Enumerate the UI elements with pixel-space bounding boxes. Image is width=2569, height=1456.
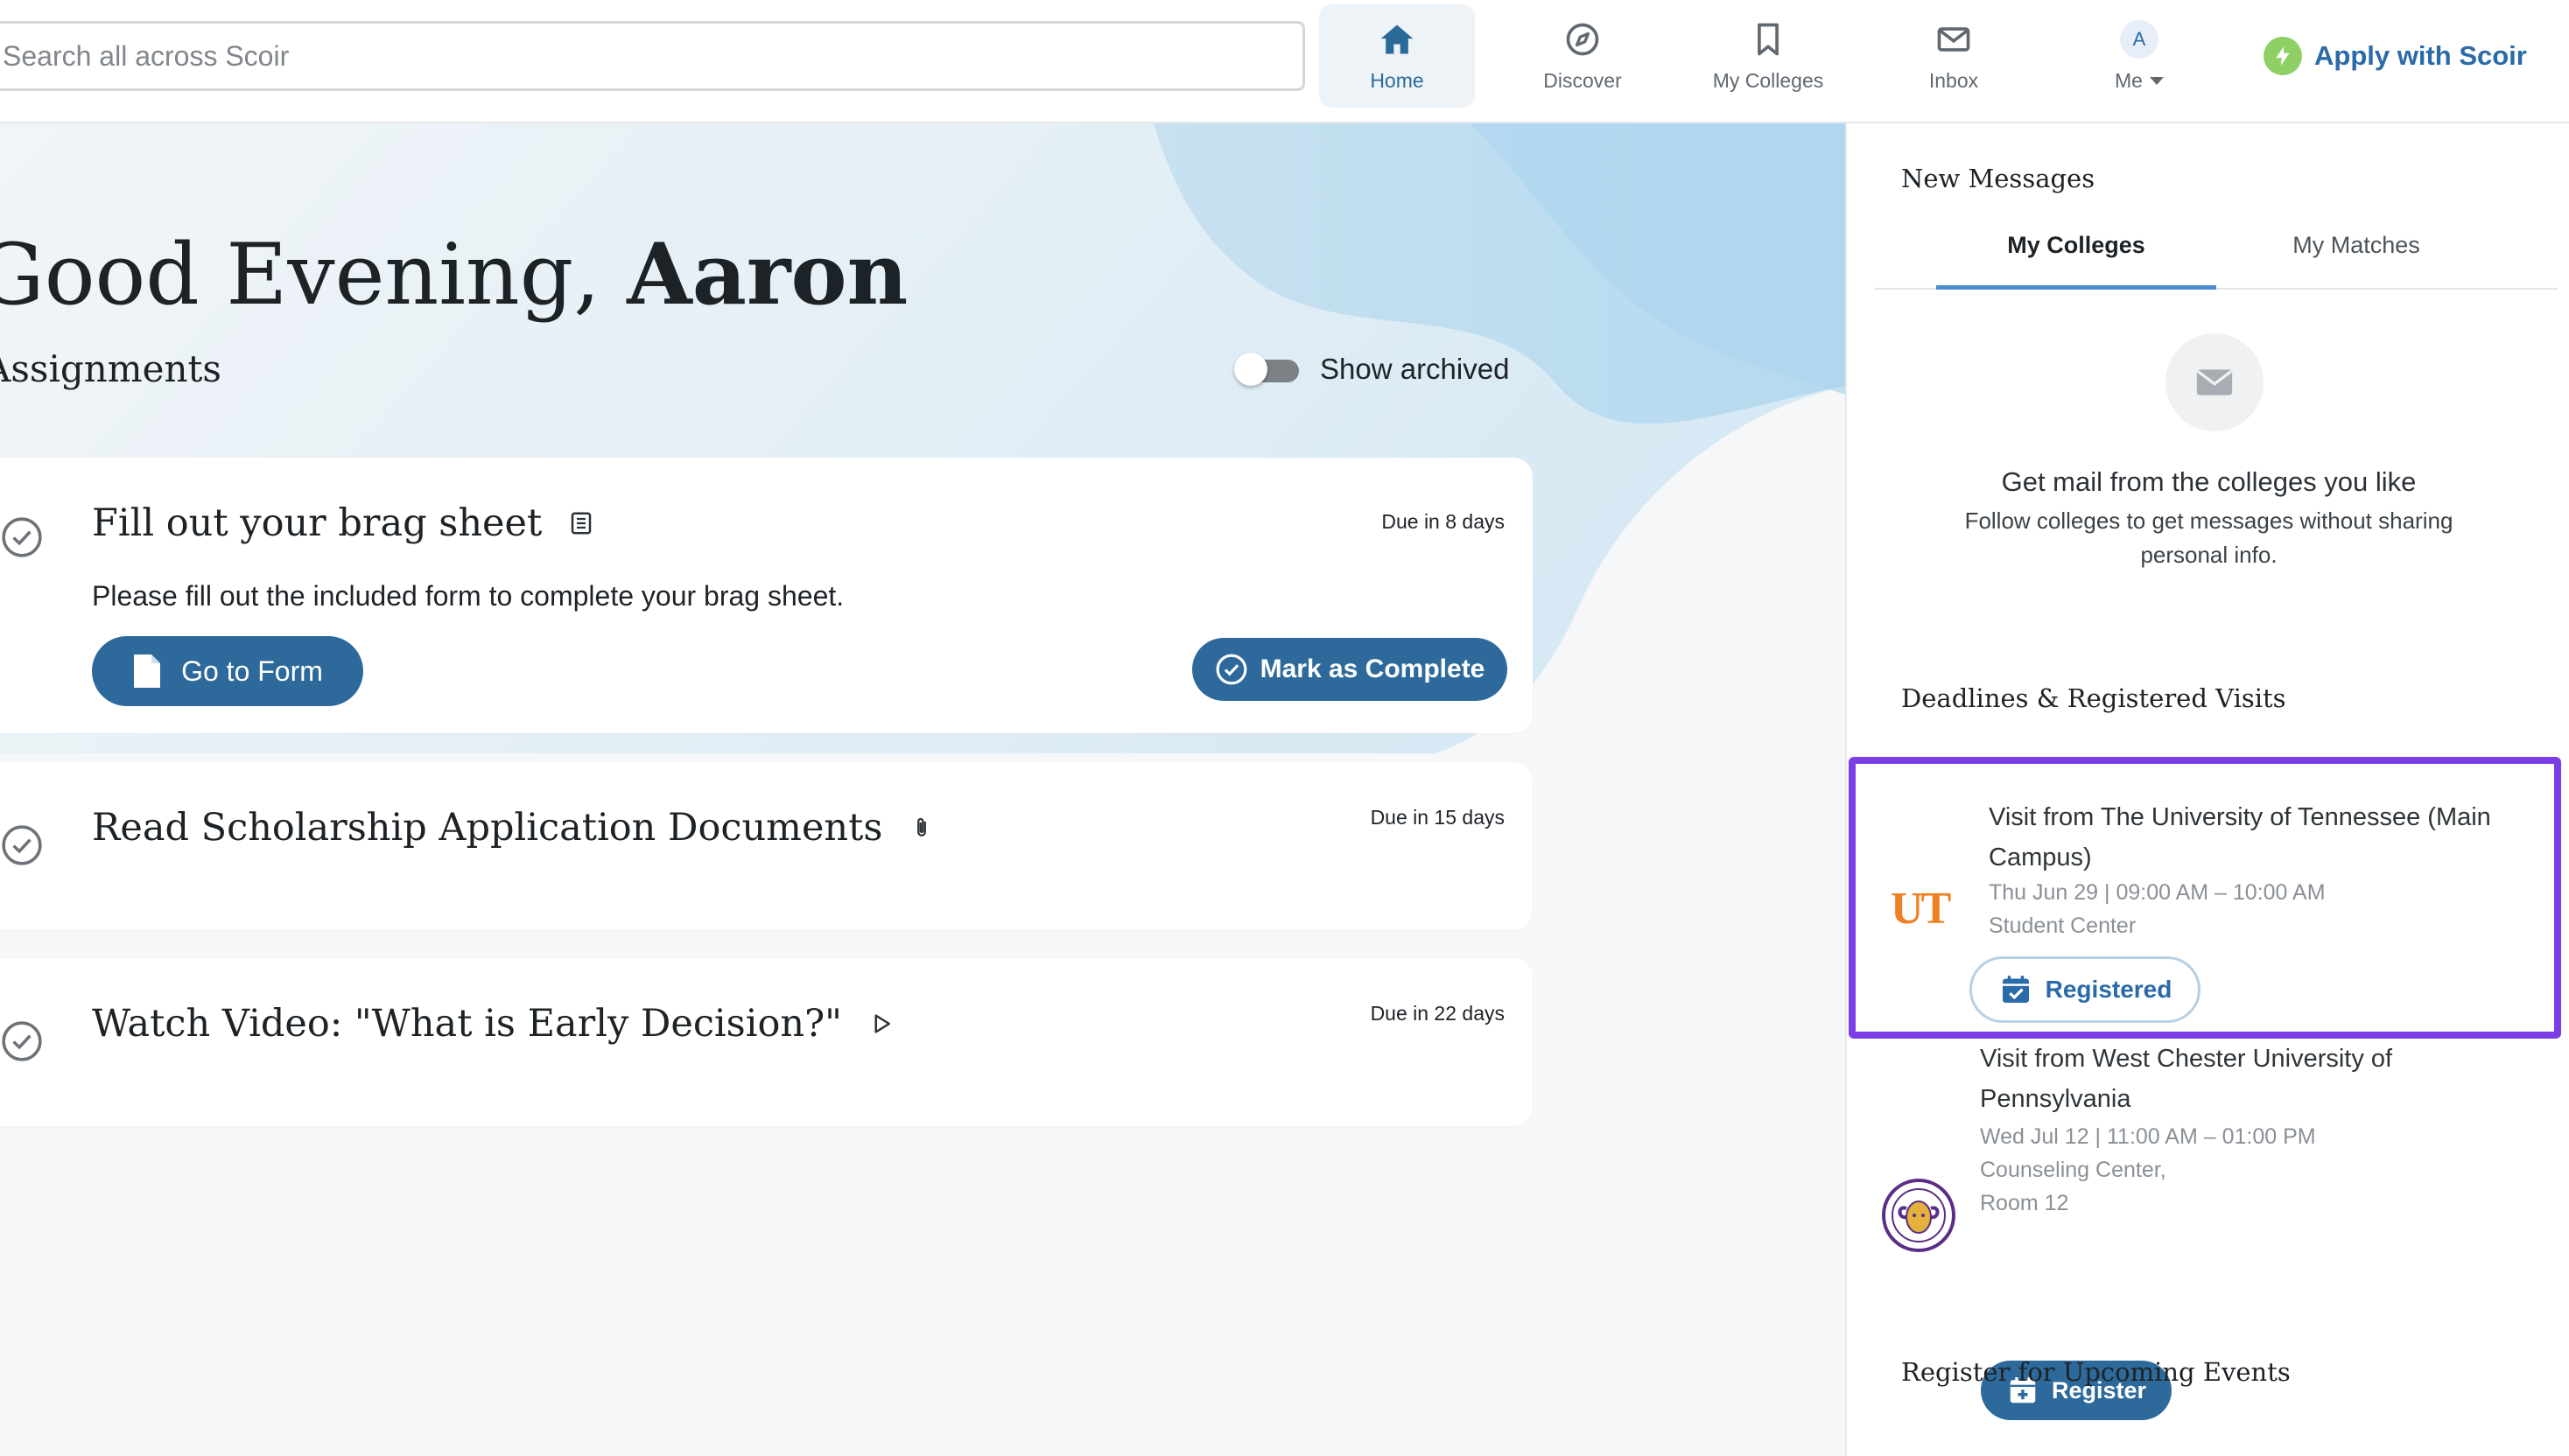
assignment-card: Fill out your brag sheet Due in 8 days P… <box>0 458 1533 733</box>
visit-location: Counseling Center, Room 12 <box>1980 1158 2166 1215</box>
home-icon <box>1380 24 1414 53</box>
form-list-icon <box>572 512 592 535</box>
empty-messages-subtitle: Follow colleges to get messages without … <box>1964 508 2453 568</box>
visit-time: Thu Jun 29 | 09:00 AM – 10:00 AM <box>1989 880 2326 905</box>
assignment-card: Read Scholarship Application Documents D… <box>0 762 1533 930</box>
due-date: Due in 15 days <box>1370 806 1505 829</box>
nav-inbox[interactable]: Inbox <box>1876 4 2032 108</box>
greeting-name: Aaron <box>627 225 909 324</box>
play-icon <box>874 1014 890 1033</box>
deadlines-heading: Deadlines & Registered Visits <box>1901 683 2286 713</box>
greeting-heading: Good Evening, Aaron <box>0 225 908 324</box>
nav-me-label: Me <box>2115 68 2143 92</box>
visit-item-tennessee[interactable]: UT Visit from The University of Tennesse… <box>1849 757 2561 1039</box>
chevron-down-icon <box>2149 76 2164 85</box>
show-archived-toggle[interactable] <box>1234 353 1299 386</box>
calendar-check-icon <box>2002 976 2029 1003</box>
mail-placeholder <box>2165 333 2264 431</box>
document-icon <box>134 654 161 688</box>
nav-my-colleges-label: My Colleges <box>1712 68 1824 92</box>
show-archived-control[interactable]: Show archived <box>1234 353 1509 386</box>
main-content: Good Evening, Aaron Assignments Show arc… <box>0 123 1845 1456</box>
bookmark-icon <box>1758 23 1779 55</box>
assignment-card: Watch Video: "What is Early Decision?" D… <box>0 958 1533 1126</box>
assignment-description: Please fill out the included form to com… <box>92 580 845 612</box>
nav-discover[interactable]: Discover <box>1505 4 1660 108</box>
visit-title: Visit from The University of Tennessee (… <box>1989 803 2491 872</box>
tab-my-colleges[interactable]: My Colleges <box>1936 232 2216 290</box>
tab-my-matches[interactable]: My Matches <box>2216 232 2496 290</box>
nav-inbox-label: Inbox <box>1928 68 1979 92</box>
nav-home-label: Home <box>1370 68 1424 92</box>
visit-location: Student Center <box>1989 914 2137 938</box>
assignment-title[interactable]: Read Scholarship Application Documents <box>92 806 935 850</box>
circle-check-icon <box>1216 654 1247 685</box>
new-messages-heading: New Messages <box>1901 164 2095 193</box>
assignment-title[interactable]: Watch Video: "What is Early Decision?" <box>92 1002 895 1046</box>
apply-with-scoir-link[interactable]: Apply with Scoir <box>2264 32 2527 80</box>
lightning-bolt-icon <box>2264 37 2302 75</box>
circle-check-icon[interactable] <box>0 515 44 559</box>
compass-icon <box>1566 23 1599 55</box>
go-to-form-button[interactable]: Go to Form <box>92 636 363 706</box>
empty-messages-title: Get mail from the colleges you like <box>2001 466 2417 497</box>
mark-as-complete-button[interactable]: Mark as Complete <box>1192 638 1507 701</box>
envelope-icon <box>2196 369 2233 396</box>
due-date: Due in 22 days <box>1370 1002 1505 1025</box>
nav-my-colleges[interactable]: My Colleges <box>1690 4 1846 108</box>
visit-time: Wed Jul 12 | 11:00 AM – 01:00 PM <box>1980 1124 2316 1149</box>
visit-title: Visit from West Chester University of Pe… <box>1980 1045 2393 1113</box>
circle-check-icon[interactable] <box>0 823 44 867</box>
due-date: Due in 8 days <box>1381 510 1505 533</box>
apply-with-scoir-label: Apply with Scoir <box>2314 40 2527 71</box>
envelope-icon <box>1937 26 1970 52</box>
nav-me-menu[interactable]: A Me <box>2061 4 2217 108</box>
paperclip-icon <box>917 817 927 836</box>
avatar: A <box>2120 19 2158 59</box>
search-input[interactable] <box>3 24 1302 88</box>
upcoming-events-heading: Register for Upcoming Events <box>1901 1357 2291 1387</box>
assignments-heading: Assignments <box>0 347 221 390</box>
top-navigation-bar: Home Discover My Colleges Inbox A Me App… <box>0 0 2569 123</box>
circle-check-icon[interactable] <box>0 1019 44 1063</box>
right-panel: New Messages My Colleges My Matches Get … <box>1845 123 2569 1456</box>
search-box[interactable] <box>0 21 1305 91</box>
greeting-prefix: Good Evening, <box>0 226 628 324</box>
nav-home[interactable]: Home <box>1319 4 1475 108</box>
show-archived-label: Show archived <box>1320 353 1510 385</box>
assignment-title[interactable]: Fill out your brag sheet <box>92 501 594 545</box>
university-of-tennessee-logo: UT <box>1891 884 1951 934</box>
west-chester-university-logo <box>1882 1179 1955 1252</box>
messages-tabs: My Colleges My Matches <box>1875 232 2558 290</box>
nav-discover-label: Discover <box>1543 68 1622 92</box>
registered-button[interactable]: Registered <box>1969 956 2200 1023</box>
